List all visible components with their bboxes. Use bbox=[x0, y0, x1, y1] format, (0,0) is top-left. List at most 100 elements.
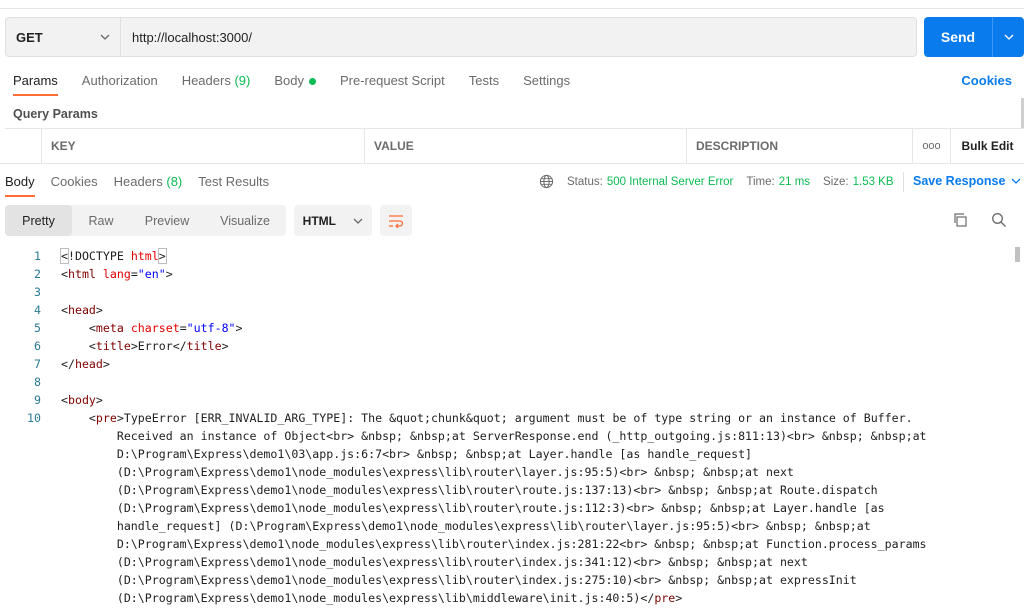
response-divider bbox=[0, 163, 1024, 164]
tab-tests[interactable]: Tests bbox=[469, 72, 499, 96]
chevron-down-icon bbox=[1011, 178, 1021, 184]
response-tabs: Body Cookies Headers (8) Test Results bbox=[5, 173, 285, 197]
line-number: 10 bbox=[27, 411, 41, 425]
wrap-lines-icon bbox=[389, 214, 404, 228]
bulk-edit-button[interactable]: Bulk Edit bbox=[950, 129, 1024, 163]
chevron-down-icon bbox=[100, 34, 110, 40]
code-scrollbar-thumb[interactable] bbox=[1015, 247, 1020, 262]
code-line: <head> bbox=[61, 303, 103, 317]
send-button-group: Send bbox=[924, 17, 1024, 57]
line-number: 8 bbox=[34, 375, 41, 389]
language-value: HTML bbox=[302, 213, 336, 228]
code-line: <!DOCTYPE html> bbox=[60, 248, 167, 264]
method-select[interactable]: GET bbox=[6, 18, 121, 56]
more-options-icon: ooo bbox=[922, 140, 941, 152]
view-pretty[interactable]: Pretty bbox=[5, 205, 72, 236]
tab-settings[interactable]: Settings bbox=[523, 72, 570, 96]
line-number: 9 bbox=[34, 393, 41, 407]
code-line: Received an instance of Object<br> &nbsp… bbox=[61, 429, 927, 443]
response-tab-cookies[interactable]: Cookies bbox=[51, 173, 98, 197]
params-table-header: KEY VALUE DESCRIPTION ooo Bulk Edit bbox=[5, 128, 1024, 164]
status-value[interactable]: 500 Internal Server Error bbox=[607, 176, 734, 188]
tab-headers-label: Headers bbox=[181, 73, 231, 88]
code-line: (D:\Program\Express\demo1\node_modules\e… bbox=[61, 555, 808, 569]
line-number: 6 bbox=[34, 339, 41, 353]
code-line: (D:\Program\Express\demo1\node_modules\e… bbox=[61, 573, 857, 587]
tab-params[interactable]: Params bbox=[13, 72, 58, 96]
body-indicator-dot bbox=[308, 78, 316, 86]
bottom-edge bbox=[0, 605, 1024, 610]
tab-headers[interactable]: Headers (9) bbox=[182, 72, 251, 96]
view-visualize[interactable]: Visualize bbox=[204, 205, 286, 236]
line-number: 4 bbox=[34, 303, 41, 317]
copy-button[interactable] bbox=[952, 212, 968, 231]
divider bbox=[903, 172, 904, 192]
response-tab-test-results[interactable]: Test Results bbox=[198, 173, 269, 197]
response-tab-test-results-label: Test Results bbox=[198, 174, 270, 189]
request-bar: GET http://localhost:3000/ bbox=[5, 17, 917, 57]
code-line: <meta charset="utf-8"> bbox=[61, 321, 243, 335]
size-value[interactable]: 1.53 KB bbox=[853, 176, 894, 188]
tab-params-label: Params bbox=[13, 73, 58, 88]
line-number: 5 bbox=[34, 321, 41, 335]
code-line: D:\Program\Express\demo1\03\app.js:6:7<b… bbox=[61, 447, 753, 461]
search-button[interactable] bbox=[991, 212, 1007, 231]
code-line: <html lang="en"> bbox=[61, 267, 173, 281]
view-mode-switch: Pretty Raw Preview Visualize bbox=[5, 205, 286, 236]
response-tab-body[interactable]: Body bbox=[5, 173, 35, 197]
code-line: <title>Error</title> bbox=[61, 339, 229, 353]
time-label: Time: bbox=[746, 175, 775, 188]
tab-body[interactable]: Body bbox=[274, 72, 316, 96]
response-meta: Status: 500 Internal Server Error Time: … bbox=[539, 174, 894, 189]
code-line: <pre>TypeError [ERR_INVALID_ARG_TYPE]: T… bbox=[61, 411, 913, 425]
view-raw[interactable]: Raw bbox=[72, 205, 130, 236]
cookies-link[interactable]: Cookies bbox=[961, 73, 1012, 88]
response-tab-body-label: Body bbox=[5, 174, 35, 189]
tab-body-label: Body bbox=[274, 73, 304, 88]
chevron-down-icon bbox=[1004, 34, 1013, 40]
view-preview[interactable]: Preview bbox=[130, 205, 204, 236]
response-tab-cookies-label: Cookies bbox=[50, 174, 98, 189]
line-number: 1 bbox=[34, 249, 41, 263]
query-params-title: Query Params bbox=[13, 107, 98, 121]
code-line: (D:\Program\Express\demo1\node_modules\e… bbox=[61, 483, 878, 497]
line-number: 2 bbox=[34, 267, 41, 281]
more-options-button[interactable]: ooo bbox=[912, 129, 950, 163]
size-label: Size: bbox=[823, 175, 849, 188]
url-input[interactable]: http://localhost:3000/ bbox=[121, 18, 916, 56]
response-tab-headers-label: Headers bbox=[113, 174, 163, 189]
tab-settings-label: Settings bbox=[523, 73, 571, 88]
send-options-button[interactable] bbox=[993, 17, 1024, 57]
response-tab-headers[interactable]: Headers (8) bbox=[114, 173, 183, 197]
top-divider bbox=[0, 8, 1024, 9]
code-line: handle_request] (D:\Program\Express\demo… bbox=[61, 519, 871, 533]
time-value[interactable]: 21 ms bbox=[779, 176, 810, 188]
tab-pre-request-script[interactable]: Pre-request Script bbox=[340, 72, 445, 96]
code-line: (D:\Program\Express\demo1\node_modules\e… bbox=[61, 465, 794, 479]
params-checkbox-column bbox=[5, 129, 41, 163]
method-value: GET bbox=[16, 29, 43, 45]
language-select[interactable]: HTML bbox=[294, 205, 372, 236]
response-headers-count: (8) bbox=[166, 174, 183, 189]
code-line: </head> bbox=[61, 357, 110, 371]
tab-pre-request-script-label: Pre-request Script bbox=[339, 73, 445, 88]
code-line: (D:\Program\Express\demo1\node_modules\e… bbox=[61, 501, 885, 515]
tab-authorization[interactable]: Authorization bbox=[82, 72, 158, 96]
code-line: D:\Program\Express\demo1\node_modules\ex… bbox=[61, 537, 927, 551]
search-icon bbox=[992, 213, 1006, 227]
request-tabs: Params Authorization Headers (9) Body Pr… bbox=[13, 72, 594, 96]
params-description-header: DESCRIPTION bbox=[686, 129, 912, 163]
copy-icon bbox=[954, 213, 967, 227]
globe-icon[interactable] bbox=[539, 174, 554, 189]
status-label: Status: bbox=[567, 175, 603, 188]
wrap-lines-button[interactable] bbox=[380, 205, 412, 236]
tab-authorization-label: Authorization bbox=[81, 73, 158, 88]
headers-count: (9) bbox=[234, 73, 251, 88]
params-value-header: VALUE bbox=[364, 129, 686, 163]
send-button[interactable]: Send bbox=[924, 17, 993, 57]
line-number: 3 bbox=[34, 285, 41, 299]
chevron-down-icon bbox=[353, 218, 363, 224]
save-response-button[interactable]: Save Response bbox=[913, 174, 1021, 188]
code-line: <body> bbox=[61, 393, 103, 407]
line-number: 7 bbox=[34, 357, 41, 371]
